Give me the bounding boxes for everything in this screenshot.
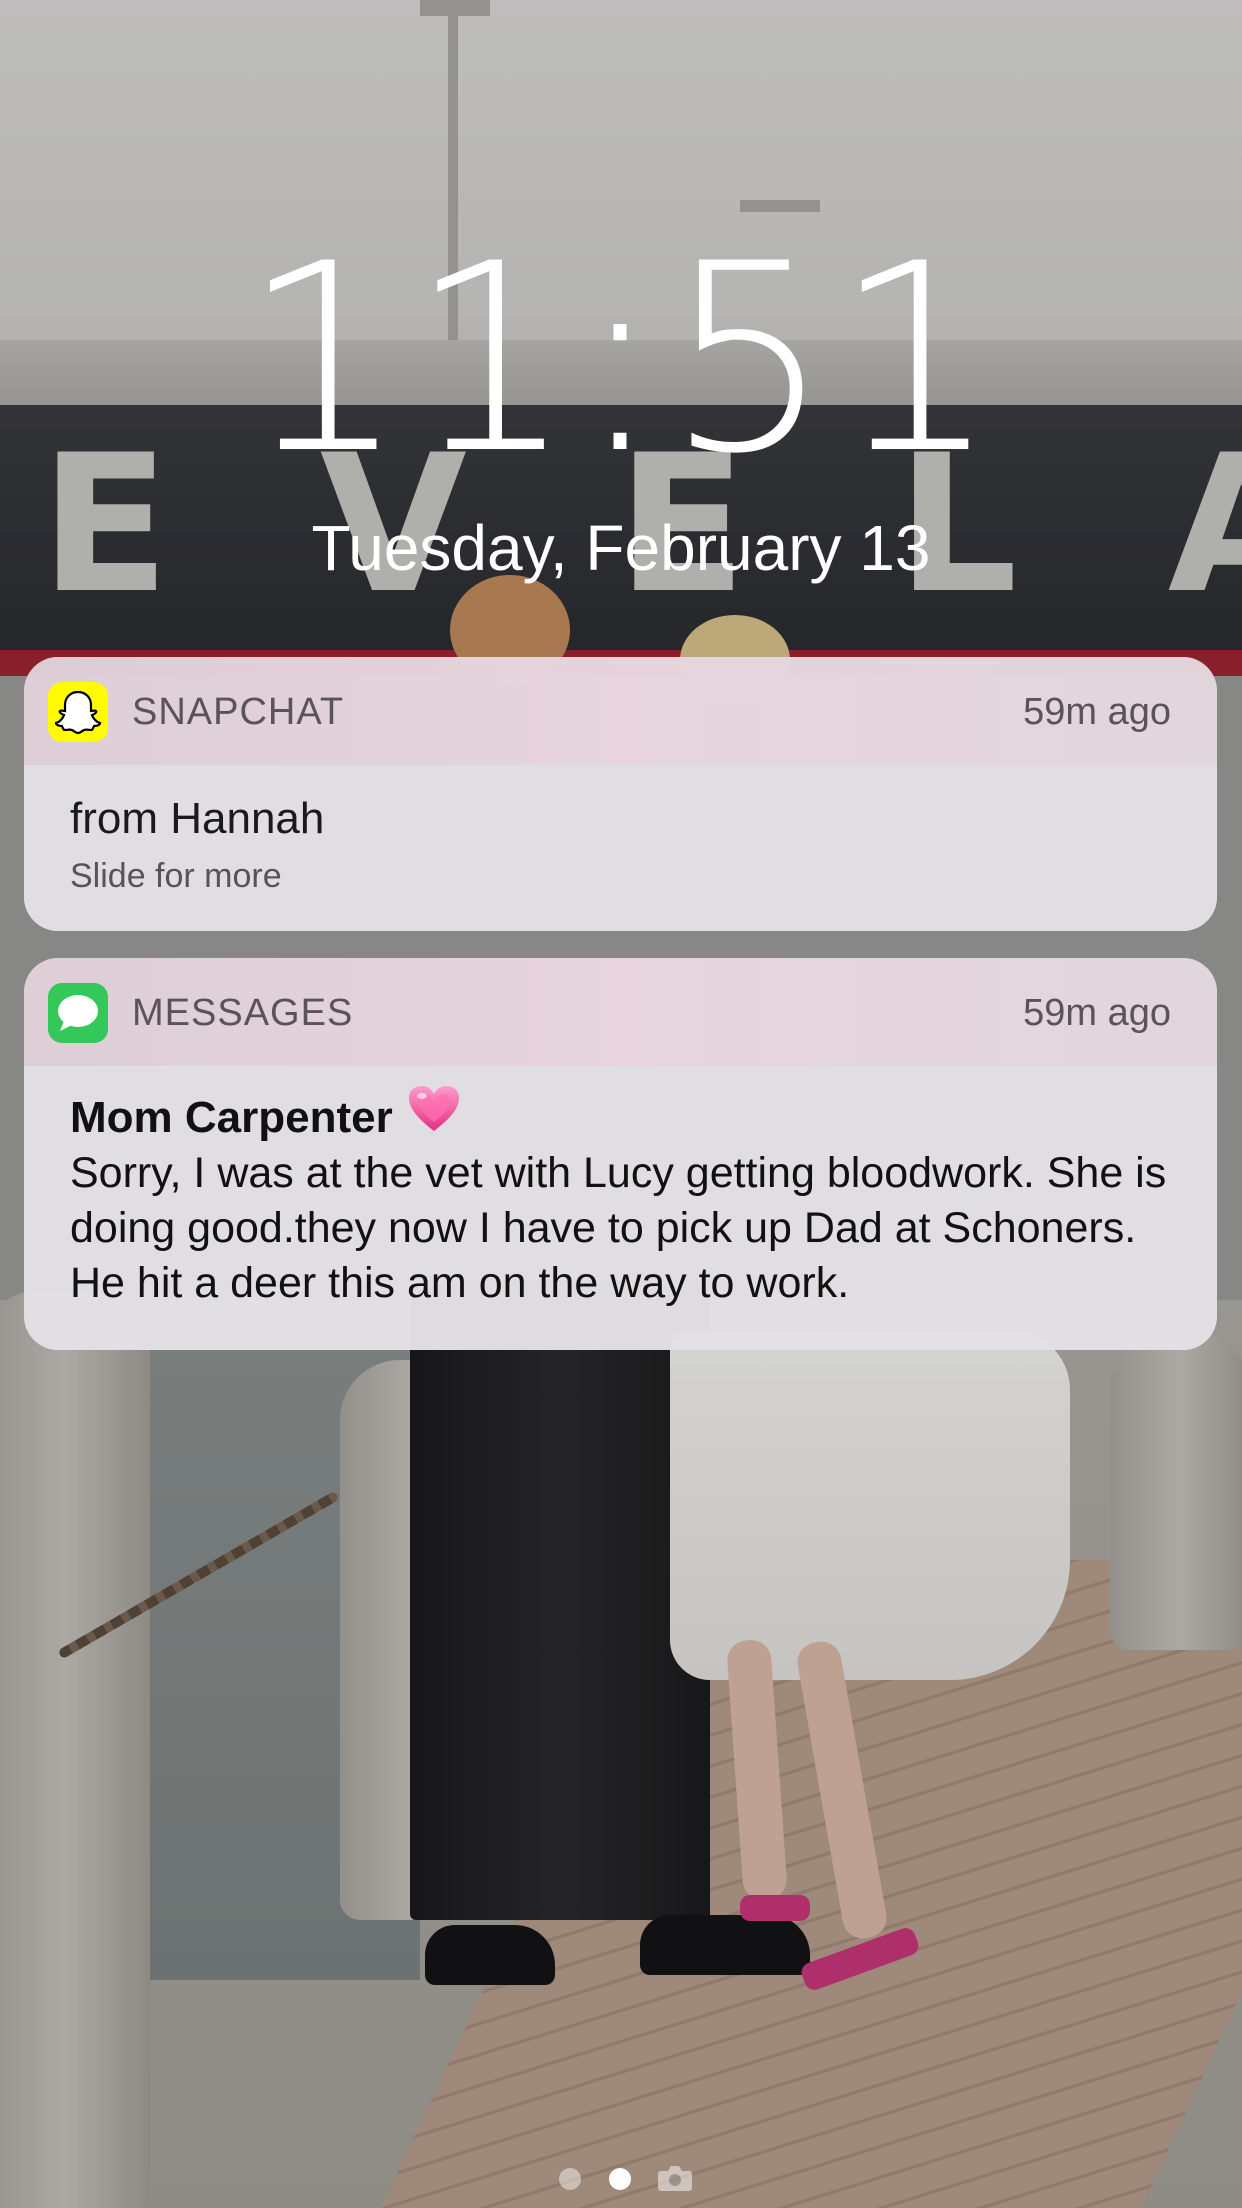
lockscreen-time: 11:51 [241, 209, 1001, 511]
message-sender: Mom Carpenter [70, 1086, 461, 1153]
message-sender-name: Mom Carpenter [70, 1093, 393, 1143]
notification-messages[interactable]: MESSAGES 59m ago Mom Carpenter Sorry, I … [24, 958, 1217, 1350]
notification-header: SNAPCHAT 59m ago [24, 657, 1217, 765]
notification-snapchat[interactable]: SNAPCHAT 59m ago from Hannah Slide for m… [24, 657, 1217, 931]
notification-app-name: MESSAGES [132, 992, 354, 1034]
notification-body: from Hannah Slide for more [24, 765, 1217, 931]
page-dot-1[interactable] [559, 2168, 581, 2190]
notification-app-name: SNAPCHAT [132, 691, 345, 733]
snapchat-ghost-icon [48, 682, 108, 742]
notification-time: 59m ago [1023, 992, 1171, 1034]
notification-header: MESSAGES 59m ago [24, 958, 1217, 1066]
notification-subtitle: Slide for more [70, 857, 282, 895]
message-text: Sorry, I was at the vet with Lucy gettin… [70, 1149, 1167, 1307]
notification-body: Mom Carpenter Sorry, I was at the vet wi… [24, 1066, 1217, 1350]
pink-heart-emoji [407, 1084, 461, 1149]
notification-title: from Hannah [70, 794, 325, 843]
page-indicator[interactable] [0, 2161, 1242, 2195]
lockscreen-date: Tuesday, February 13 [311, 512, 931, 584]
camera-icon[interactable] [657, 2164, 693, 2197]
page-dot-2-current[interactable] [609, 2168, 631, 2190]
notification-time: 59m ago [1023, 691, 1171, 733]
messages-bubble-icon [48, 983, 108, 1043]
